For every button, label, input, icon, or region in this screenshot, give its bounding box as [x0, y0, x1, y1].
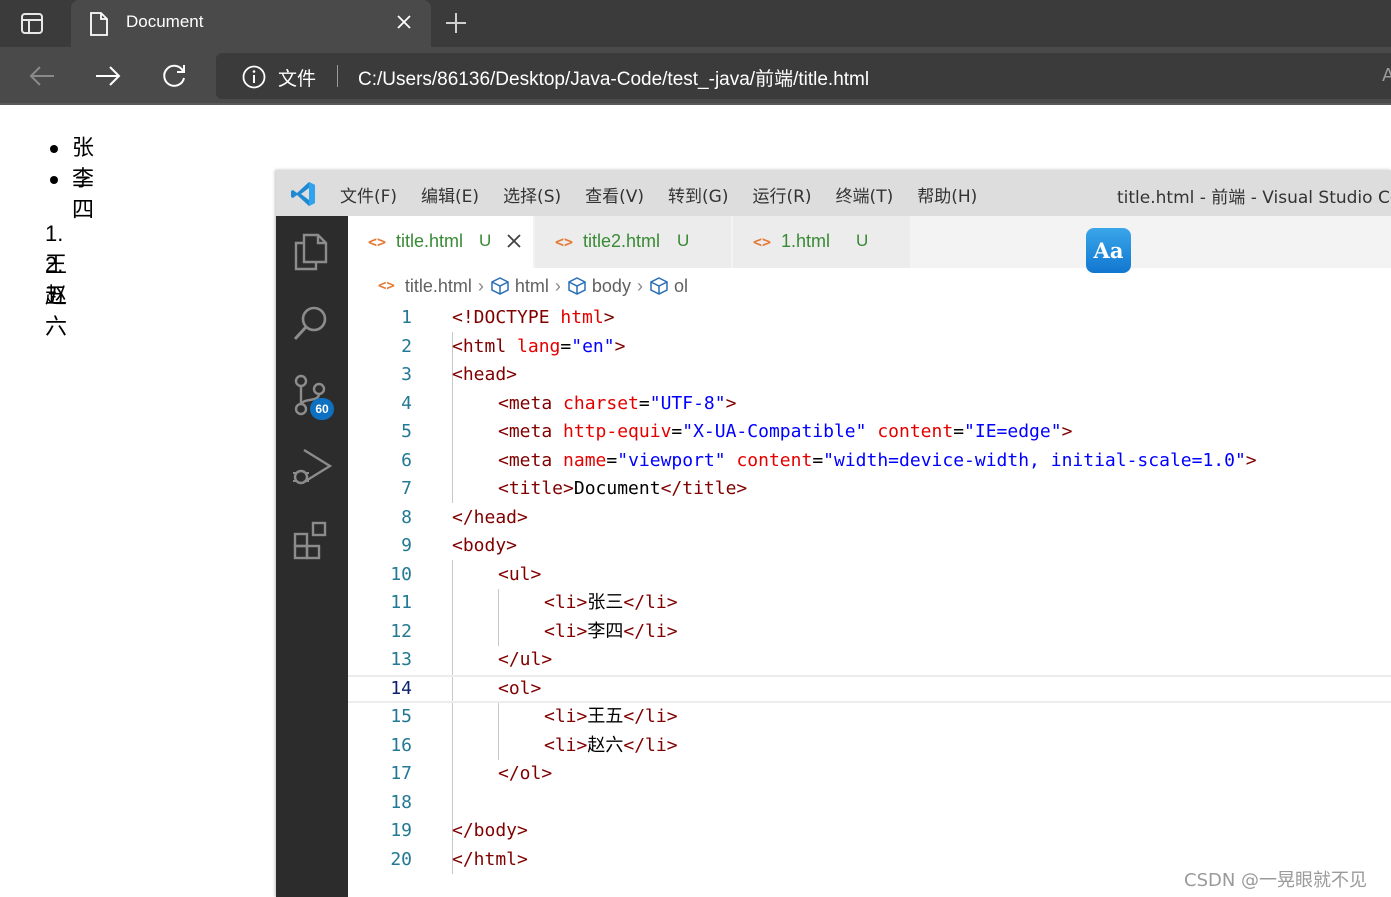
chevron-right-icon: ›: [636, 275, 643, 296]
source-control-badge: 60: [310, 398, 334, 420]
browser-toolbar: 文件 C:/Users/86136/Desktop/Java-Code/test…: [0, 47, 1391, 105]
read-aloud-font-icon[interactable]: A: [1382, 65, 1391, 86]
window-title: title.html - 前端 - Visual Studio Code: [1117, 188, 1391, 208]
browser-tab-title: Document: [126, 12, 204, 31]
code-line: 18: [390, 791, 412, 813]
list-item-text: 赵六: [45, 284, 68, 340]
address-bar[interactable]: 文件 C:/Users/86136/Desktop/Java-Code/test…: [216, 53, 1391, 99]
menu-terminal[interactable]: 终端(T): [836, 182, 894, 207]
element-cube-icon: [650, 277, 668, 295]
breadcrumb-item-html[interactable]: html: [490, 276, 549, 297]
search-icon[interactable]: [292, 304, 330, 348]
list-number: 2.: [45, 252, 64, 277]
tab-label: title2.html: [583, 231, 661, 251]
menu-file[interactable]: 文件(F): [340, 182, 397, 207]
list-item: 张三: [48, 133, 94, 192]
html-file-icon: <>: [368, 233, 387, 251]
list-item: 1.王五: [45, 218, 72, 309]
list-item: 2. 赵六: [45, 249, 72, 340]
untracked-status: U: [856, 231, 869, 250]
code-line: 19 </body>: [390, 820, 528, 841]
close-icon[interactable]: [396, 14, 412, 34]
explorer-files-icon[interactable]: [292, 232, 330, 276]
tab-title2-html[interactable]: <> title2.html U: [535, 216, 732, 268]
html-file-icon: <>: [753, 233, 772, 251]
code-line: 5 <meta http-equiv="X-UA-Compatible" cont…: [401, 421, 1073, 442]
element-cube-icon: [491, 277, 509, 295]
editor-area: <> title.html U <> title2.html U <> 1.ht…: [348, 216, 1391, 897]
document-icon: [89, 12, 109, 40]
code-line: 7 <title>Document</title>: [401, 478, 748, 499]
code-line-current: 14 <ol>: [348, 674, 1391, 703]
code-line: 15 <li>王五</li>: [390, 706, 678, 727]
editor-tabs: <> title.html U <> title2.html U <> 1.ht…: [348, 216, 1391, 268]
code-line: 6 <meta name="viewport" content="width=de…: [401, 449, 1257, 471]
code-editor[interactable]: 1 <!DOCTYPE html> 2 <html lang="en"> 3 <hea…: [348, 304, 1391, 874]
menu-edit[interactable]: 编辑(E): [421, 182, 479, 207]
code-line: 12 <li>李四</li>: [390, 620, 678, 642]
tab-actions-icon[interactable]: [20, 12, 46, 36]
tab-label: 1.html: [781, 231, 831, 251]
vscode-window: 文件(F) 编辑(E) 选择(S) 查看(V) 转到(G) 运行(R) 终端(T…: [276, 170, 1391, 897]
tab-1-html[interactable]: <> 1.html U: [733, 216, 911, 268]
close-icon[interactable]: [506, 233, 522, 253]
code-line: 10 <ul>: [390, 563, 542, 585]
breadcrumb-item-file[interactable]: <> title.html: [378, 276, 472, 297]
element-cube-icon: [568, 277, 586, 295]
breadcrumb-item-body[interactable]: body: [567, 276, 631, 297]
csdn-watermark: CSDN @一晃眼就不见: [1184, 870, 1368, 891]
code-line: 9 <body>: [401, 535, 518, 556]
list-item: 李四: [48, 164, 94, 223]
menu-view[interactable]: 查看(V): [585, 182, 644, 207]
tab-label: title.html: [396, 231, 464, 251]
code-line: 11 <li>张三</li>: [390, 592, 678, 613]
menu-help[interactable]: 帮助(H): [917, 182, 977, 207]
info-icon[interactable]: [242, 65, 266, 93]
code-line: 1 <!DOCTYPE html>: [401, 307, 615, 328]
run-debug-icon[interactable]: [292, 446, 333, 492]
list-number: 1.: [45, 221, 64, 246]
code-line: 17 </ol>: [390, 763, 553, 784]
ordered-list: 1.王五 2. 赵六: [45, 218, 72, 340]
code-line: 8 </head>: [401, 506, 528, 528]
untracked-status: U: [677, 231, 690, 250]
breadcrumb-item-ol[interactable]: ol: [649, 276, 688, 297]
address-separator: [337, 65, 338, 87]
html-file-icon: <>: [378, 278, 395, 294]
activity-bar: 60: [276, 216, 348, 897]
unordered-list: 张三 李四: [48, 133, 94, 223]
tab-title-html[interactable]: <> title.html U: [348, 216, 534, 268]
forward-arrow-icon[interactable]: [94, 62, 122, 94]
code-line: 16 <li>赵六</li>: [390, 734, 678, 756]
vscode-logo-icon: [290, 181, 316, 211]
code-line: 2 <html lang="en">: [401, 335, 626, 357]
untracked-status: U: [479, 231, 492, 250]
chevron-right-icon: ›: [477, 275, 484, 296]
menu-go[interactable]: 转到(G): [668, 182, 728, 207]
url-text[interactable]: C:/Users/86136/Desktop/Java-Code/test_-j…: [358, 64, 869, 91]
chevron-right-icon: ›: [554, 275, 561, 296]
code-line: 3 <head>: [401, 364, 518, 385]
menu-selection[interactable]: 选择(S): [503, 182, 561, 207]
menu-bar: 文件(F) 编辑(E) 选择(S) 查看(V) 转到(G) 运行(R) 终端(T…: [340, 182, 1001, 207]
refresh-icon[interactable]: [160, 62, 188, 94]
html-file-icon: <>: [555, 233, 574, 251]
vscode-title-bar: 文件(F) 编辑(E) 选择(S) 查看(V) 转到(G) 运行(R) 终端(T…: [276, 170, 1391, 216]
back-arrow-icon[interactable]: [28, 62, 56, 94]
new-tab-plus-icon[interactable]: [444, 11, 468, 39]
extensions-icon[interactable]: [292, 520, 330, 564]
code-line: 13 </ul>: [390, 649, 553, 670]
breadcrumb: <> title.html › html › body › ol: [378, 274, 688, 298]
dictionary-extension-badge[interactable]: Aa: [1086, 228, 1131, 273]
browser-tab-strip: Document: [0, 0, 1391, 47]
menu-run[interactable]: 运行(R): [752, 182, 811, 207]
address-scheme-label: 文件: [278, 68, 317, 90]
browser-tab-document[interactable]: Document: [71, 0, 431, 47]
code-line: 4 <meta charset="UTF-8">: [401, 392, 737, 414]
